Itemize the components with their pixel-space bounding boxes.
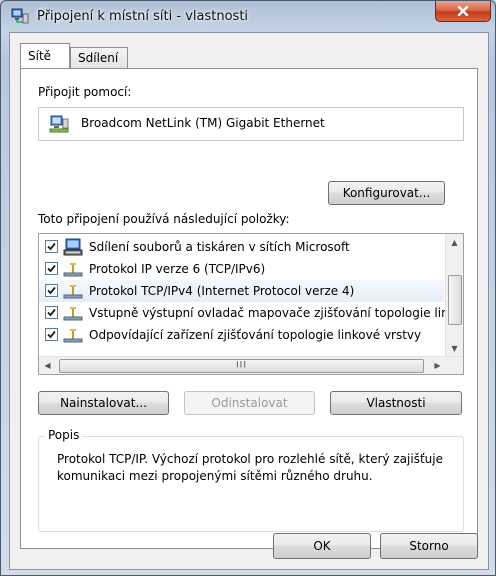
checkmark-icon — [47, 264, 56, 273]
network-connection-icon — [11, 8, 29, 24]
cancel-button[interactable]: Storno — [380, 533, 478, 559]
close-button[interactable] — [435, 1, 491, 22]
horizontal-scrollbar[interactable]: ◀ III ▶ — [39, 356, 463, 374]
scroll-grip: III — [236, 360, 247, 371]
vertical-scroll-thumb[interactable] — [448, 275, 462, 325]
properties-button[interactable]: Vlastnosti — [330, 391, 462, 415]
network-sharing-icon — [63, 238, 83, 256]
item-checkbox[interactable] — [45, 262, 58, 275]
uninstall-button: Odinstalovat — [184, 391, 315, 415]
item-checkbox[interactable] — [45, 306, 58, 319]
checkmark-icon — [47, 308, 56, 317]
description-text: Protokol TCP/IP. Výchozí protokol pro ro… — [57, 452, 443, 483]
tab-sharing[interactable]: Sdílení — [70, 47, 128, 68]
network-protocol-icon — [63, 326, 83, 344]
item-label: Protokol TCP/IPv4 (Internet Protocol ver… — [89, 284, 355, 298]
dialog-window: Připojení k místní síti - vlastnosti Sít… — [0, 0, 496, 576]
item-checkbox[interactable] — [45, 284, 58, 297]
network-protocol-icon — [63, 282, 83, 300]
vertical-scrollbar[interactable]: ▲ ▼ — [445, 234, 463, 357]
item-checkbox[interactable] — [45, 240, 58, 253]
list-item[interactable]: Vstupně výstupní ovladač mapovače zjišťo… — [39, 302, 463, 324]
install-button[interactable]: Nainstalovat... — [38, 391, 169, 415]
list-item-selected[interactable]: Protokol TCP/IPv4 (Internet Protocol ver… — [39, 280, 444, 302]
item-label: Odpovídající zařízení zjišťování topolog… — [89, 328, 422, 342]
scroll-down-icon[interactable]: ▼ — [446, 340, 463, 357]
description-group: Popis Protokol TCP/IP. Výchozí protokol … — [38, 428, 464, 532]
ok-button[interactable]: OK — [273, 533, 371, 559]
item-label: Vstupně výstupní ovladač mapovače zjišťo… — [89, 306, 463, 320]
checkmark-icon — [47, 242, 56, 251]
network-protocol-icon — [63, 304, 83, 322]
item-label: Protokol IP verze 6 (TCP/IPv6) — [89, 262, 266, 276]
scroll-right-icon[interactable]: ▶ — [429, 357, 446, 374]
configure-button[interactable]: Konfigurovat... — [328, 181, 445, 205]
checkmark-icon — [47, 286, 56, 295]
description-title: Popis — [45, 428, 83, 442]
items-label: Toto připojení používá následující polož… — [38, 212, 290, 226]
tab-networking[interactable]: Sítě — [20, 43, 70, 68]
tab-panel: Připojit pomocí: Broadcom NetLink (TM) G… — [20, 68, 478, 549]
item-checkbox[interactable] — [45, 328, 58, 341]
scroll-left-icon[interactable]: ◀ — [39, 357, 56, 374]
list-item[interactable]: Odpovídající zařízení zjišťování topolog… — [39, 324, 444, 346]
adapter-name: Broadcom NetLink (TM) Gigabit Ethernet — [81, 116, 325, 130]
title-bar[interactable]: Připojení k místní síti - vlastnosti — [1, 1, 495, 33]
window-title: Připojení k místní síti - vlastnosti — [37, 9, 249, 24]
dialog-client: Sítě Sdílení Připojit pomocí: Broadcom N… — [9, 32, 489, 570]
close-icon — [457, 6, 469, 16]
component-list[interactable]: Sdílení souborů a tiskáren v sítích Micr… — [38, 233, 464, 375]
network-protocol-icon — [63, 260, 83, 278]
horizontal-scroll-thumb[interactable]: III — [59, 359, 424, 373]
item-label: Sdílení souborů a tiskáren v sítích Micr… — [89, 240, 350, 254]
network-adapter-icon — [49, 114, 69, 134]
list-item[interactable]: Protokol IP verze 6 (TCP/IPv6) — [39, 258, 444, 280]
list-item[interactable]: Sdílení souborů a tiskáren v sítích Micr… — [39, 236, 444, 258]
adapter-field: Broadcom NetLink (TM) Gigabit Ethernet — [38, 107, 464, 141]
connect-using-label: Připojit pomocí: — [38, 85, 132, 99]
checkmark-icon — [47, 330, 56, 339]
scroll-up-icon[interactable]: ▲ — [446, 234, 463, 251]
